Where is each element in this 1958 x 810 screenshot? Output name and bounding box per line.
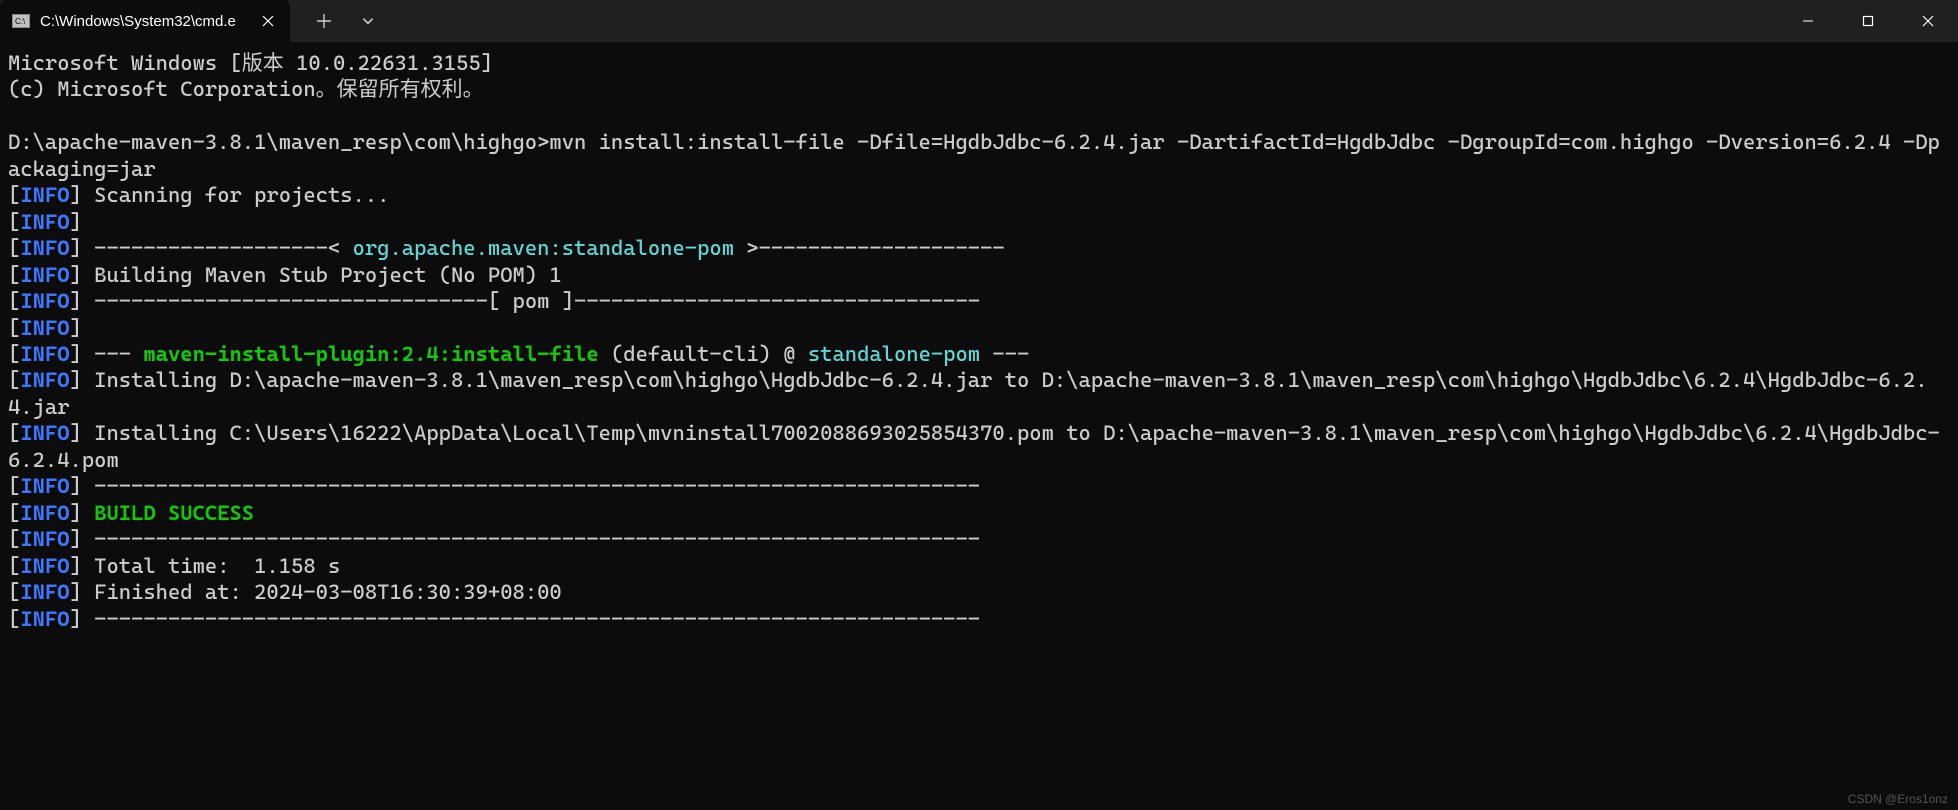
close-icon <box>262 15 274 27</box>
log-line: [INFO] Scanning for projects... <box>8 182 1950 208</box>
tab-title: C:\Windows\System32\cmd.e <box>40 13 248 30</box>
minimize-icon <box>1802 15 1814 27</box>
log-line: [INFO] ---------------------------------… <box>8 473 1950 499</box>
log-line: [INFO] --- maven-install-plugin:2.4:inst… <box>8 341 1950 367</box>
window-controls <box>1778 0 1958 42</box>
log-line: [INFO] BUILD SUCCESS <box>8 500 1950 526</box>
log-line: [INFO] <box>8 209 1950 235</box>
log-line: [INFO] Installing D:\apache-maven-3.8.1\… <box>8 367 1950 420</box>
log-line: [INFO] --------------------------------[… <box>8 288 1950 314</box>
log-line: [INFO] Building Maven Stub Project (No P… <box>8 262 1950 288</box>
header-line-1: Microsoft Windows [版本 10.0.22631.3155] <box>8 50 1950 76</box>
command-line: D:\apache-maven-3.8.1\maven_resp\com\hig… <box>8 129 1950 182</box>
maximize-button[interactable] <box>1838 0 1898 42</box>
window-titlebar: C:\Windows\System32\cmd.e <box>0 0 1958 42</box>
close-tab-button[interactable] <box>258 11 278 31</box>
log-line: [INFO] ---------------------------------… <box>8 606 1950 632</box>
terminal-tab[interactable]: C:\Windows\System32\cmd.e <box>0 0 290 42</box>
plus-icon <box>317 14 331 28</box>
new-tab-button[interactable] <box>306 3 342 39</box>
log-line: [INFO] <box>8 315 1950 341</box>
blank-line <box>8 103 1950 129</box>
log-line: [INFO] Finished at: 2024-03-08T16:30:39+… <box>8 579 1950 605</box>
terminal-output[interactable]: Microsoft Windows [版本 10.0.22631.3155](c… <box>0 42 1958 640</box>
cmd-icon <box>12 14 30 28</box>
titlebar-left: C:\Windows\System32\cmd.e <box>0 0 402 42</box>
tab-actions <box>290 3 402 39</box>
minimize-button[interactable] <box>1778 0 1838 42</box>
close-window-button[interactable] <box>1898 0 1958 42</box>
maximize-icon <box>1862 15 1874 27</box>
tab-dropdown-button[interactable] <box>350 3 386 39</box>
log-line: [INFO] Installing C:\Users\16222\AppData… <box>8 420 1950 473</box>
header-line-2: (c) Microsoft Corporation。保留所有权利。 <box>8 76 1950 102</box>
close-icon <box>1922 15 1934 27</box>
log-line: [INFO] Total time: 1.158 s <box>8 553 1950 579</box>
chevron-down-icon <box>361 14 375 28</box>
watermark: CSDN @Eros1onz <box>1848 792 1948 806</box>
log-line: [INFO] -------------------< org.apache.m… <box>8 235 1950 261</box>
log-line: [INFO] ---------------------------------… <box>8 526 1950 552</box>
